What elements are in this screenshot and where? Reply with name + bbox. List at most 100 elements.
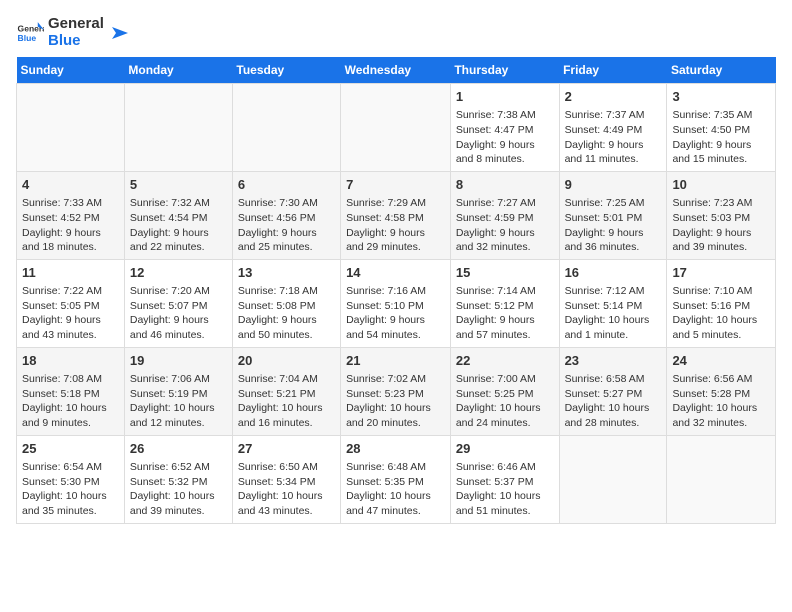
day-content-line: Daylight: 9 hours and 32 minutes. [456,226,554,255]
day-content-line: Sunset: 5:01 PM [565,211,662,226]
day-number-8: 8 [456,176,554,194]
day-number-19: 19 [130,352,227,370]
day-cell-10: 10 Sunrise: 7:23 AMSunset: 5:03 PMDayligh… [667,171,776,259]
header-wednesday: Wednesday [341,57,451,84]
day-content-line: Sunrise: 7:10 AM [672,284,770,299]
day-content-line: Sunset: 5:10 PM [346,299,445,314]
day-cell-13: 13 Sunrise: 7:18 AMSunset: 5:08 PMDayligh… [232,259,340,347]
day-content-line: Daylight: 10 hours and 47 minutes. [346,489,445,518]
day-cell-1: 1Sunrise: 7:38 AMSunset: 4:47 PMDaylight… [450,84,559,172]
day-cell-29: 29Sunrise: 6:46 AMSunset: 5:37 PMDayligh… [450,435,559,523]
day-content-line: Sunset: 5:07 PM [130,299,227,314]
day-number-16: 16 [565,264,662,282]
day-content-line: Sunset: 5:05 PM [22,299,119,314]
day-content-line: Sunrise: 6:52 AM [130,460,227,475]
day-content-line: Daylight: 9 hours and 15 minutes. [672,138,770,167]
empty-cell [232,84,340,172]
header-tuesday: Tuesday [232,57,340,84]
day-content-line: Sunset: 5:03 PM [672,211,770,226]
day-number-1: 1 [456,88,554,106]
day-content-line: Sunset: 5:08 PM [238,299,335,314]
day-content-line: Sunset: 5:21 PM [238,387,335,402]
day-content-line: Sunset: 4:49 PM [565,123,662,138]
logo-blue: Blue [48,33,104,50]
day-cell-17: 17Sunrise: 7:10 AMSunset: 5:16 PMDayligh… [667,259,776,347]
day-content-line: Sunrise: 6:54 AM [22,460,119,475]
day-content-line: Sunset: 5:30 PM [22,475,119,490]
day-cell-9: 9Sunrise: 7:25 AMSunset: 5:01 PMDaylight… [559,171,667,259]
empty-cell [17,84,125,172]
day-content-line: Daylight: 10 hours and 35 minutes. [22,489,119,518]
day-cell-15: 15Sunrise: 7:14 AMSunset: 5:12 PMDayligh… [450,259,559,347]
day-number-5: 5 [130,176,227,194]
day-number-26: 26 [130,440,227,458]
day-content-line: Daylight: 10 hours and 5 minutes. [672,313,770,342]
logo-arrow-icon [108,23,128,43]
header-thursday: Thursday [450,57,559,84]
calendar-header-row: SundayMondayTuesdayWednesdayThursdayFrid… [17,57,776,84]
day-content-line: Sunrise: 6:46 AM [456,460,554,475]
logo: General Blue General Blue [16,16,128,49]
day-content-line: Sunset: 5:18 PM [22,387,119,402]
day-content-line: Sunrise: 7:37 AM [565,108,662,123]
day-number-6: 6 [238,176,335,194]
day-content-line: Sunrise: 7:33 AM [22,196,119,211]
day-content-line: Sunset: 4:58 PM [346,211,445,226]
day-cell-23: 23Sunrise: 6:58 AMSunset: 5:27 PMDayligh… [559,347,667,435]
day-content-line: Sunrise: 7:23 AM [672,196,770,211]
day-cell-25: 25Sunrise: 6:54 AMSunset: 5:30 PMDayligh… [17,435,125,523]
day-content-line: Daylight: 9 hours and 46 minutes. [130,313,227,342]
day-content-line: Daylight: 10 hours and 20 minutes. [346,401,445,430]
day-content-line: Sunset: 5:37 PM [456,475,554,490]
day-content-line: Sunset: 5:27 PM [565,387,662,402]
day-content-line: Sunrise: 7:18 AM [238,284,335,299]
day-content-line: Sunrise: 7:00 AM [456,372,554,387]
day-content-line: Sunset: 5:23 PM [346,387,445,402]
day-cell-3: 3Sunrise: 7:35 AMSunset: 4:50 PMDaylight… [667,84,776,172]
day-cell-24: 24Sunrise: 6:56 AMSunset: 5:28 PMDayligh… [667,347,776,435]
day-cell-21: 21Sunrise: 7:02 AMSunset: 5:23 PMDayligh… [341,347,451,435]
day-content-line: Daylight: 9 hours and 43 minutes. [22,313,119,342]
day-cell-27: 27Sunrise: 6:50 AMSunset: 5:34 PMDayligh… [232,435,340,523]
day-content-line: Daylight: 9 hours and 54 minutes. [346,313,445,342]
week-row-4: 18Sunrise: 7:08 AMSunset: 5:18 PMDayligh… [17,347,776,435]
day-content-line: Sunset: 4:56 PM [238,211,335,226]
day-content-line: Sunset: 5:35 PM [346,475,445,490]
day-content-line: Daylight: 9 hours and 22 minutes. [130,226,227,255]
day-number-13: 13 [238,264,335,282]
day-number-28: 28 [346,440,445,458]
day-number-7: 7 [346,176,445,194]
day-cell-28: 28 Sunrise: 6:48 AMSunset: 5:35 PMDayligh… [341,435,451,523]
day-content-line: Sunrise: 6:48 AM [346,460,445,475]
empty-cell [341,84,451,172]
day-content-line: Sunrise: 7:06 AM [130,372,227,387]
day-content-line: Daylight: 9 hours and 18 minutes. [22,226,119,255]
day-cell-6: 6Sunrise: 7:30 AMSunset: 4:56 PMDaylight… [232,171,340,259]
day-content-line: Sunrise: 7:38 AM [456,108,554,123]
day-cell-8: 8Sunrise: 7:27 AMSunset: 4:59 PMDaylight… [450,171,559,259]
header-friday: Friday [559,57,667,84]
day-content-line: Daylight: 10 hours and 24 minutes. [456,401,554,430]
day-cell-20: 20Sunrise: 7:04 AMSunset: 5:21 PMDayligh… [232,347,340,435]
day-number-27: 27 [238,440,335,458]
svg-text:Blue: Blue [18,32,37,42]
day-content-line: Daylight: 9 hours and 29 minutes. [346,226,445,255]
week-row-3: 11Sunrise: 7:22 AMSunset: 5:05 PMDayligh… [17,259,776,347]
day-content-line: Sunrise: 7:02 AM [346,372,445,387]
day-content-line: Daylight: 10 hours and 32 minutes. [672,401,770,430]
day-number-29: 29 [456,440,554,458]
day-content-line: Sunset: 4:50 PM [672,123,770,138]
day-cell-5: 5Sunrise: 7:32 AMSunset: 4:54 PMDaylight… [124,171,232,259]
day-content-line: Daylight: 9 hours and 57 minutes. [456,313,554,342]
day-content-line: Sunrise: 7:20 AM [130,284,227,299]
day-number-10: 10 [672,176,770,194]
day-content-line: Sunrise: 7:16 AM [346,284,445,299]
day-cell-16: 16Sunrise: 7:12 AMSunset: 5:14 PMDayligh… [559,259,667,347]
day-content-line: Daylight: 9 hours and 50 minutes. [238,313,335,342]
day-cell-19: 19Sunrise: 7:06 AMSunset: 5:19 PMDayligh… [124,347,232,435]
day-number-11: 11 [22,264,119,282]
day-content-line: Daylight: 9 hours and 39 minutes. [672,226,770,255]
day-cell-7: 7Sunrise: 7:29 AMSunset: 4:58 PMDaylight… [341,171,451,259]
day-number-3: 3 [672,88,770,106]
day-cell-18: 18Sunrise: 7:08 AMSunset: 5:18 PMDayligh… [17,347,125,435]
